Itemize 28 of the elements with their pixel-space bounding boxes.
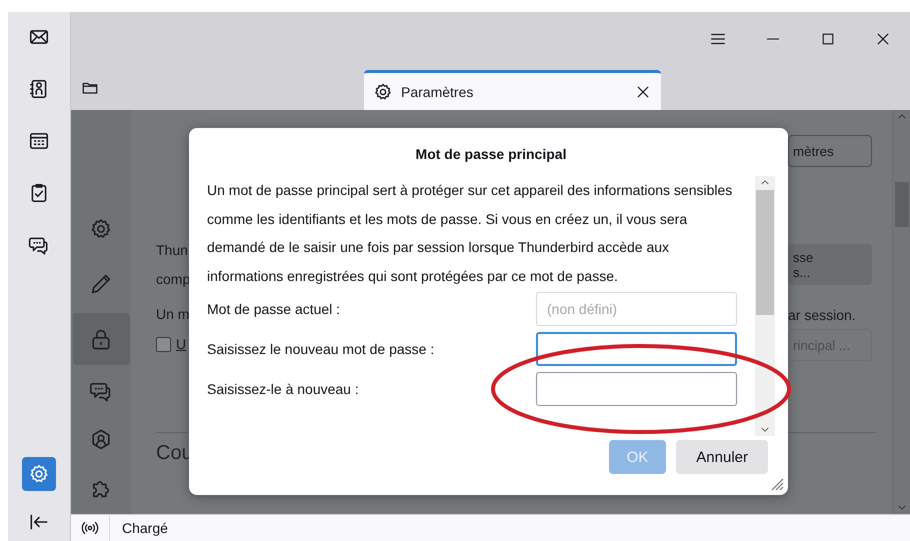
broadcast-icon [81, 519, 99, 537]
scrollbar-thumb[interactable] [756, 190, 774, 315]
field-label: Mot de passe actuel : [207, 301, 340, 318]
dialog-title: Mot de passe principal [414, 146, 568, 162]
resize-grip-icon[interactable] [770, 477, 784, 491]
close-icon[interactable] [635, 84, 651, 100]
field-label: Saisissez-le à nouveau : [207, 381, 359, 398]
checkbox[interactable] [156, 336, 171, 352]
close-icon[interactable] [874, 30, 890, 46]
field-label: Saisissez le nouveau mot de passe : [207, 341, 434, 358]
body-text: comp [156, 270, 190, 289]
nav-item[interactable] [72, 313, 130, 366]
body-text: Thun [156, 241, 189, 260]
gear-icon [373, 82, 393, 102]
password-field[interactable] [536, 372, 737, 406]
settings-button[interactable] [22, 457, 56, 491]
calendar-icon[interactable] [28, 130, 50, 152]
dialog-message: Un mot de passe principal sert à protéger sur cet appareil des informations sensibles comme les identifiants et les mots de passe. Si vous en créez un, il vous sera demandé de le saisir une fois par session lorsque Thunderbird accède aux informations enregistrées qui sont protégées par ce mot de passe. [207, 181, 734, 286]
status-text: Chargé [121, 520, 168, 536]
cancel-button[interactable]: Annuler [676, 440, 768, 474]
settings-button[interactable]: sse s... [788, 244, 872, 285]
maximize-icon[interactable] [820, 30, 836, 46]
settings-tab[interactable]: Paramètres [364, 70, 661, 110]
body-text: Un m [156, 305, 190, 324]
settings-icon[interactable] [28, 463, 50, 485]
body-text: ar session. [788, 307, 857, 323]
checkbox-label[interactable]: U [176, 336, 186, 352]
search-button[interactable]: mètres [788, 135, 872, 167]
